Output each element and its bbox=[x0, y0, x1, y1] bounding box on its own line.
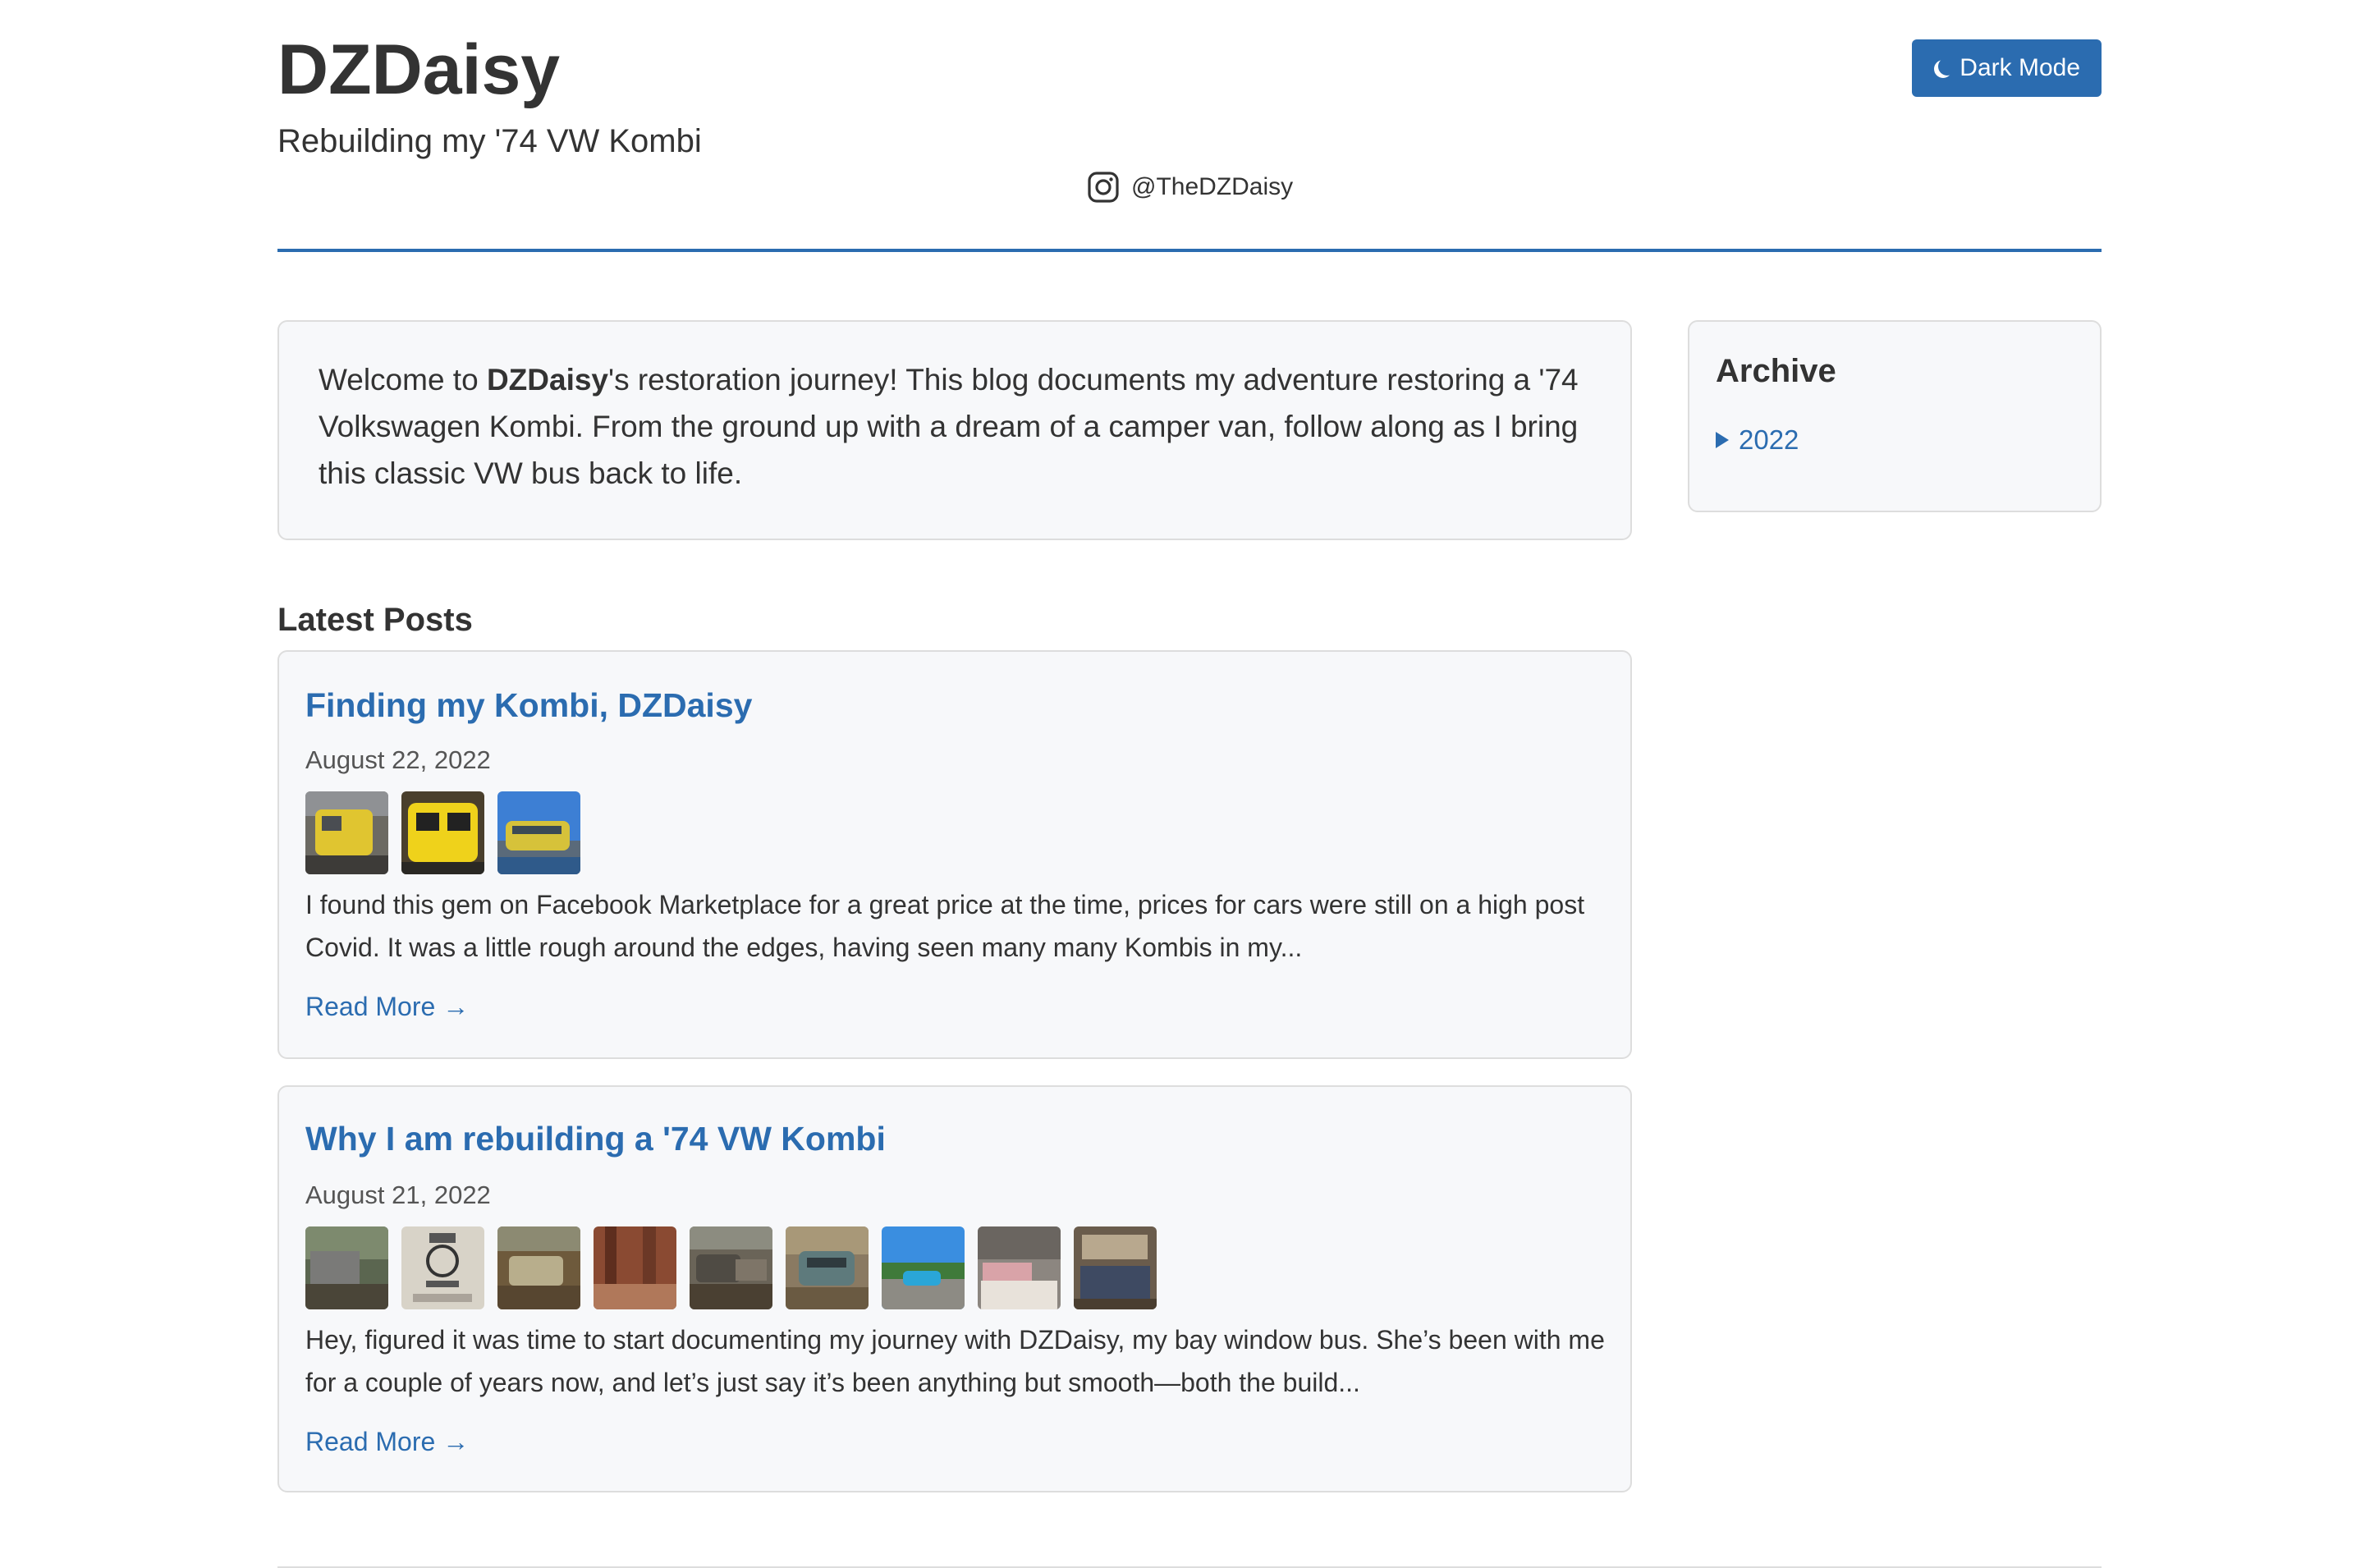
post-title-link[interactable]: Why I am rebuilding a '74 VW Kombi bbox=[305, 1120, 886, 1158]
post-thumbnails bbox=[305, 1226, 1157, 1309]
header-divider bbox=[277, 249, 2102, 252]
archive-year-label: 2022 bbox=[1739, 424, 1799, 455]
post-date: August 22, 2022 bbox=[305, 745, 491, 774]
post-thumbnail[interactable] bbox=[305, 1226, 388, 1309]
post-title-link[interactable]: Finding my Kombi, DZDaisy bbox=[305, 686, 752, 725]
post-thumbnail[interactable] bbox=[305, 791, 388, 874]
moon-icon bbox=[1938, 57, 1956, 76]
post-thumbnail[interactable] bbox=[690, 1226, 772, 1309]
post-thumbnail[interactable] bbox=[401, 791, 484, 874]
site-title[interactable]: DZDaisy bbox=[277, 31, 560, 109]
page: DZDaisy Rebuilding my '74 VW Kombi Dark … bbox=[0, 0, 2356, 1568]
dark-mode-button[interactable]: Dark Mode bbox=[1912, 39, 2102, 97]
archive-year-2022[interactable]: 2022 bbox=[1716, 424, 2074, 456]
post-excerpt: Hey, figured it was time to start docume… bbox=[305, 1325, 1605, 1397]
instagram-icon bbox=[1088, 172, 1119, 203]
instagram-link[interactable]: @TheDZDaisy bbox=[1087, 171, 1293, 204]
site-subtitle: Rebuilding my '74 VW Kombi bbox=[277, 123, 702, 159]
post-thumbnail[interactable] bbox=[786, 1226, 869, 1309]
post-thumbnail[interactable] bbox=[882, 1226, 965, 1309]
instagram-handle: @TheDZDaisy bbox=[1131, 173, 1294, 200]
post-thumbnail[interactable] bbox=[497, 791, 580, 874]
dark-mode-label: Dark Mode bbox=[1960, 54, 2080, 81]
read-more-link[interactable]: Read More → bbox=[305, 1427, 469, 1457]
post-thumbnail[interactable] bbox=[401, 1226, 484, 1309]
post-thumbnail[interactable] bbox=[978, 1226, 1061, 1309]
post-card: Why I am rebuilding a '74 VW Kombi Augus… bbox=[277, 1085, 1632, 1492]
disclosure-triangle-icon bbox=[1716, 432, 1729, 448]
latest-posts-heading: Latest Posts bbox=[277, 602, 473, 638]
intro-prefix: Welcome to bbox=[319, 363, 487, 397]
post-excerpt: I found this gem on Facebook Marketplace… bbox=[305, 890, 1585, 962]
post-thumbnail[interactable] bbox=[594, 1226, 676, 1309]
intro-box: Welcome to DZDaisy's restoration journey… bbox=[277, 320, 1632, 540]
read-more-link[interactable]: Read More → bbox=[305, 992, 469, 1022]
post-thumbnail[interactable] bbox=[497, 1226, 580, 1309]
archive-heading: Archive bbox=[1716, 353, 1836, 389]
post-card: Finding my Kombi, DZDaisy August 22, 202… bbox=[277, 650, 1632, 1059]
archive-widget: Archive 2022 bbox=[1688, 320, 2102, 512]
post-thumbnails bbox=[305, 791, 580, 874]
post-date: August 21, 2022 bbox=[305, 1181, 491, 1209]
intro-bold: DZDaisy bbox=[486, 363, 609, 397]
post-thumbnail[interactable] bbox=[1074, 1226, 1157, 1309]
